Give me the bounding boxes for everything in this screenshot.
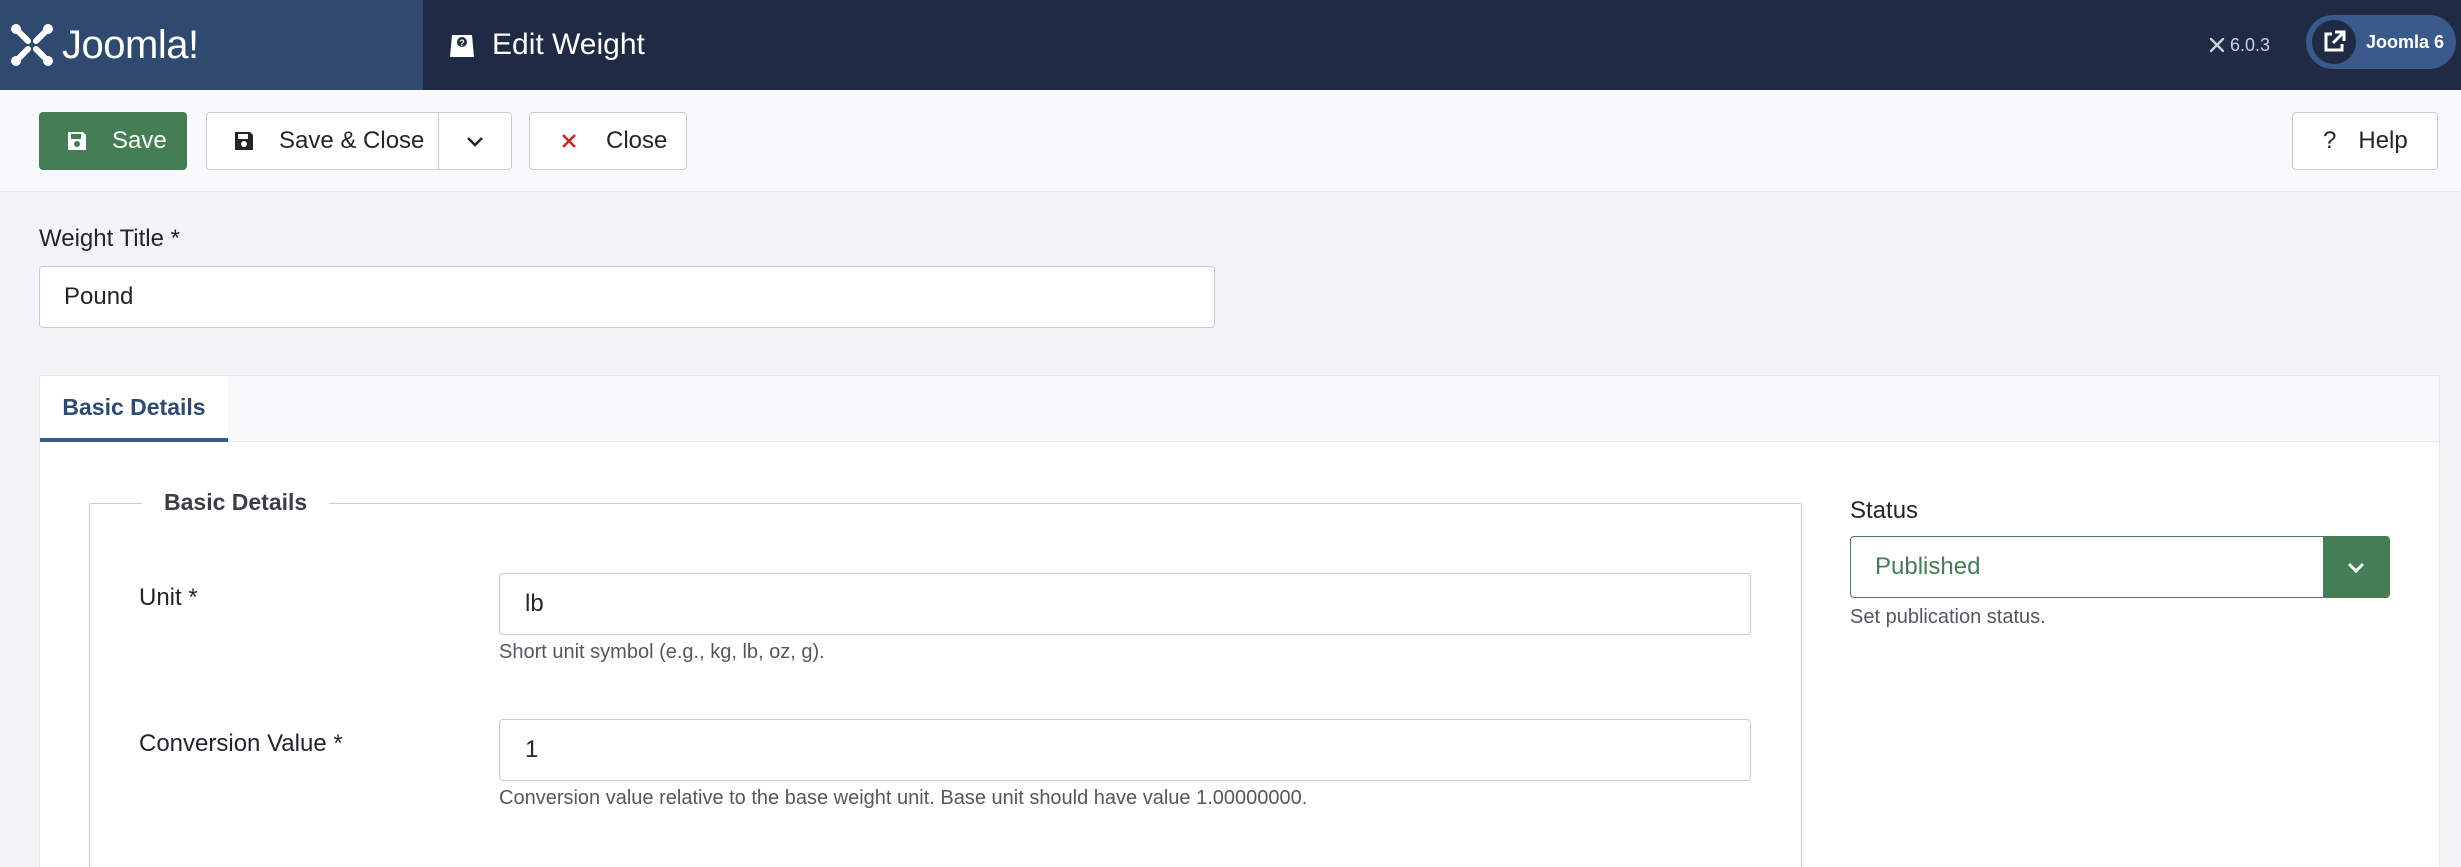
- status-label: Status: [1850, 497, 1919, 524]
- status-selected-value: Published: [1875, 553, 1981, 580]
- status-help-text: Set publication status.: [1850, 606, 2046, 628]
- page-title: Edit Weight: [492, 28, 645, 61]
- help-label: Help: [2358, 127, 2408, 154]
- page-title-area: ? Edit Weight: [446, 0, 645, 90]
- external-link-icon-wrap: [2312, 20, 2356, 64]
- save-options-dropdown-button[interactable]: [438, 112, 512, 170]
- save-button[interactable]: Save: [39, 112, 187, 170]
- conversion-value-help-text: Conversion value relative to the base we…: [499, 787, 1308, 809]
- save-icon: [235, 132, 253, 150]
- question-icon: ?: [2323, 127, 2337, 154]
- version-text: 6.0.3: [2230, 34, 2271, 55]
- weight-title-input[interactable]: [39, 266, 1215, 328]
- fieldset-legend: Basic Details: [142, 489, 330, 516]
- logo-text: Joomla!: [62, 22, 199, 67]
- weight-title-label: Weight Title *: [39, 225, 180, 252]
- conversion-value-input[interactable]: [499, 719, 1751, 781]
- site-button-label: Joomla 6: [2366, 31, 2445, 52]
- close-button[interactable]: Close: [529, 112, 687, 170]
- toolbar: Save Save & Close Close ? Help: [0, 90, 2461, 192]
- tab-bar: Basic Details: [40, 376, 2439, 442]
- status-chevron: [2323, 537, 2389, 597]
- status-select[interactable]: Published: [1850, 536, 2390, 598]
- close-icon: [562, 134, 576, 148]
- joomla-logo[interactable]: Joomla!: [0, 0, 423, 90]
- unit-help-text: Short unit symbol (e.g., kg, lb, oz, g).: [499, 641, 825, 663]
- external-link-icon: [2324, 30, 2346, 52]
- top-header: Joomla! ? Edit Weight 6.0.3 Joomla 6: [0, 0, 2461, 90]
- view-site-button[interactable]: Joomla 6: [2306, 15, 2456, 69]
- save-close-button[interactable]: Save & Close: [206, 112, 439, 170]
- save-label: Save: [112, 127, 167, 154]
- help-button[interactable]: ? Help: [2292, 112, 2438, 170]
- save-icon: [68, 132, 86, 150]
- unit-label: Unit *: [139, 584, 198, 611]
- conversion-value-label: Conversion Value *: [139, 730, 343, 757]
- joomla-logo-icon: [11, 24, 53, 66]
- weight-icon: ?: [450, 35, 474, 57]
- tab-basic-details[interactable]: Basic Details: [40, 376, 228, 442]
- unit-input[interactable]: [499, 573, 1751, 635]
- svg-text:?: ?: [459, 38, 465, 48]
- chevron-down-icon: [2347, 562, 2365, 574]
- chevron-down-icon: [467, 137, 483, 147]
- close-label: Close: [606, 127, 668, 154]
- version-info: 6.0.3: [2208, 0, 2270, 90]
- basic-details-fieldset: [89, 503, 1802, 867]
- save-close-label: Save & Close: [279, 127, 425, 154]
- joomla-small-icon: [2209, 37, 2225, 53]
